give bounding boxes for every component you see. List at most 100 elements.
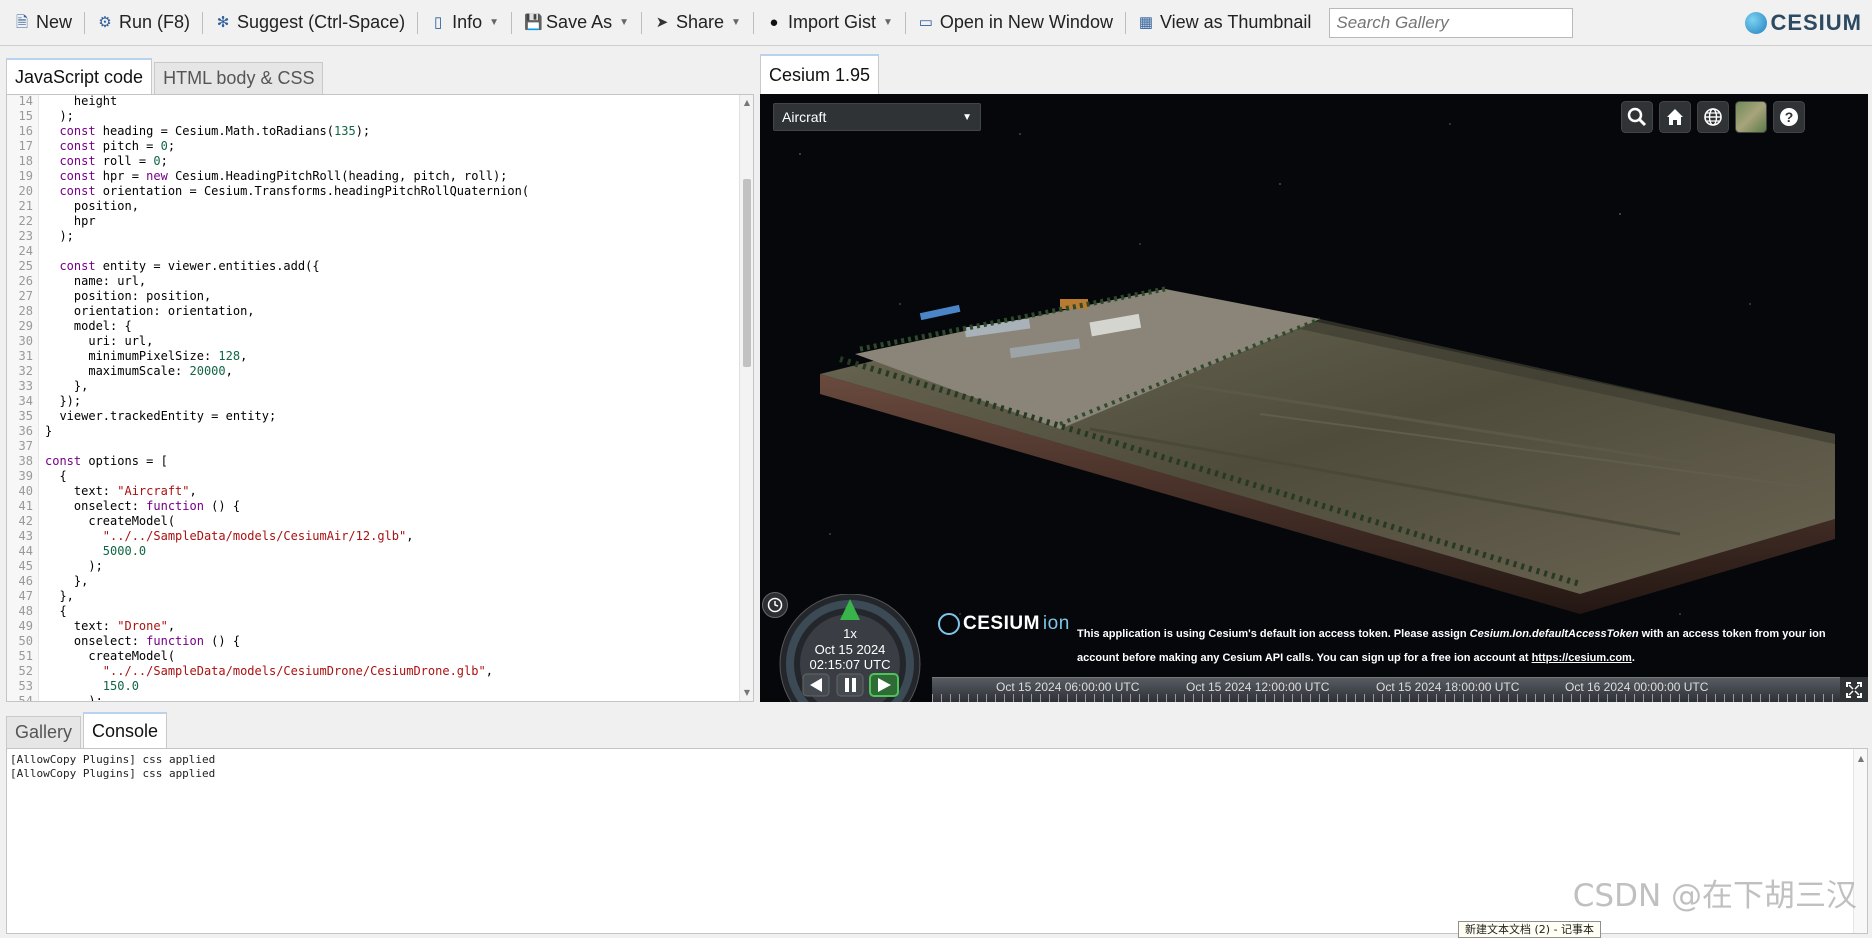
animation-widget[interactable]: 1x Oct 15 2024 02:15:07 UTC: [766, 594, 926, 702]
code-line[interactable]: 52 "../../SampleData/models/CesiumDrone/…: [7, 664, 747, 679]
code-line[interactable]: 45 );: [7, 559, 747, 574]
scroll-up-icon[interactable]: ▲: [740, 97, 753, 109]
share-button[interactable]: ➤ Share ▼: [646, 7, 749, 39]
code-line[interactable]: 15 );: [7, 109, 747, 124]
code-line[interactable]: 34 });: [7, 394, 747, 409]
clock-button[interactable]: [762, 592, 788, 618]
tab-javascript-code[interactable]: JavaScript code: [6, 58, 153, 94]
code-line[interactable]: 42 createModel(: [7, 514, 747, 529]
code-area[interactable]: 14 height 15 ); 16 const heading = Cesium.…: [7, 94, 747, 702]
code-text: hpr: [45, 214, 96, 228]
tab-cesium-viewer[interactable]: Cesium 1.95: [760, 54, 880, 94]
line-number: 47: [18, 589, 33, 603]
svg-text:?: ?: [1785, 109, 1794, 125]
cesium-ion-logo[interactable]: CESIUM ion: [938, 613, 1070, 635]
code-text: const pitch = 0;: [59, 139, 176, 153]
code-line[interactable]: 27 position: position,: [7, 289, 747, 304]
globe-icon: [1704, 108, 1722, 126]
code-text: height: [45, 94, 118, 108]
tab-console[interactable]: Console: [83, 712, 168, 748]
code-line[interactable]: 40 text: "Aircraft",: [7, 484, 747, 499]
code-line[interactable]: 36}: [7, 424, 747, 439]
code-line[interactable]: 46 },: [7, 574, 747, 589]
editor-scroll-thumb[interactable]: [743, 179, 751, 367]
home-button[interactable]: [1659, 101, 1691, 133]
save-as-button[interactable]: 💾 Save As ▼: [516, 7, 637, 39]
code-editor[interactable]: 14 height 15 ); 16 const heading = Cesium.…: [6, 94, 754, 702]
code-line[interactable]: 21 position,: [7, 199, 747, 214]
geocoder-button[interactable]: [1621, 101, 1653, 133]
cesium-viewer[interactable]: Aircraft ▼ ? 1x Oct 15 2024 02:15:07 UTC: [760, 94, 1868, 702]
line-number: 16: [18, 124, 33, 138]
tab-gallery[interactable]: Gallery: [6, 716, 82, 748]
code-line[interactable]: 29 model: {: [7, 319, 747, 334]
code-line[interactable]: 14 height: [7, 94, 747, 109]
line-number: 27: [18, 289, 33, 303]
code-text: onselect: function () {: [45, 499, 241, 513]
code-line[interactable]: 44 5000.0: [7, 544, 747, 559]
code-text: createModel(: [45, 649, 176, 663]
line-number: 43: [18, 529, 33, 543]
run-button[interactable]: ⚙ Run (F8): [89, 7, 198, 39]
code-line[interactable]: 51 createModel(: [7, 649, 747, 664]
code-text: "../../SampleData/models/CesiumAir/12.gl…: [102, 529, 414, 543]
code-line[interactable]: 53 150.0: [7, 679, 747, 694]
code-line[interactable]: 30 uri: url,: [7, 334, 747, 349]
code-text: viewer.trackedEntity = entity;: [45, 409, 277, 423]
import-gist-button[interactable]: ● Import Gist ▼: [758, 7, 901, 39]
code-line[interactable]: 32 maximumScale: 20000,: [7, 364, 747, 379]
code-line[interactable]: 17 const pitch = 0;: [7, 139, 747, 154]
code-line[interactable]: 43 "../../SampleData/models/CesiumAir/12…: [7, 529, 747, 544]
play-reverse-button[interactable]: [802, 673, 830, 697]
line-number: 54: [18, 694, 33, 702]
code-line[interactable]: 38 const options = [: [7, 454, 747, 469]
pause-button[interactable]: [836, 673, 864, 697]
code-line[interactable]: 24: [7, 244, 747, 259]
code-line[interactable]: 16 const heading = Cesium.Math.toRadians…: [7, 124, 747, 139]
code-line[interactable]: 48 {: [7, 604, 747, 619]
code-line[interactable]: 50 onselect: function () {: [7, 634, 747, 649]
code-line[interactable]: 23 );: [7, 229, 747, 244]
fullscreen-button[interactable]: [1840, 677, 1868, 702]
code-line[interactable]: 47 },: [7, 589, 747, 604]
view-thumbnail-button[interactable]: ▦ View as Thumbnail: [1130, 7, 1319, 39]
play-button[interactable]: [869, 673, 899, 697]
github-icon: ●: [769, 13, 779, 31]
base-layer-picker-button[interactable]: [1735, 101, 1767, 133]
suggest-icon: ✻: [216, 13, 230, 31]
code-line[interactable]: 22 hpr: [7, 214, 747, 229]
scene-mode-button[interactable]: [1697, 101, 1729, 133]
timeline[interactable]: Oct 15 2024 06:00:00 UTC Oct 15 2024 12:…: [932, 677, 1842, 702]
info-button[interactable]: ▯ Info ▼: [422, 7, 507, 39]
code-line[interactable]: 20 const orientation = Cesium.Transforms…: [7, 184, 747, 199]
line-number: 36: [18, 424, 33, 438]
suggest-button[interactable]: ✻ Suggest (Ctrl-Space): [207, 7, 413, 39]
code-line[interactable]: 49 text: "Drone",: [7, 619, 747, 634]
code-line[interactable]: 41 onselect: function () {: [7, 499, 747, 514]
console-panel[interactable]: [AllowCopy Plugins] css applied [AllowCo…: [6, 748, 1868, 934]
code-line[interactable]: 31 minimumPixelSize: 128,: [7, 349, 747, 364]
help-button[interactable]: ?: [1773, 101, 1805, 133]
scroll-down-icon[interactable]: ▼: [740, 687, 753, 699]
scroll-up-icon[interactable]: ▲: [1854, 753, 1868, 765]
code-line[interactable]: 25 const entity = viewer.entities.add({: [7, 259, 747, 274]
cesium-link[interactable]: https://cesium.com: [1532, 652, 1632, 664]
code-line[interactable]: 35 viewer.trackedEntity = entity;: [7, 409, 747, 424]
code-text: name: url,: [45, 274, 147, 288]
code-line[interactable]: 37: [7, 439, 747, 454]
tab-html-body-css[interactable]: HTML body & CSS: [154, 62, 324, 94]
search-gallery-input[interactable]: [1329, 7, 1574, 38]
code-line[interactable]: 18 const roll = 0;: [7, 154, 747, 169]
new-button[interactable]: 🗎 New: [6, 7, 80, 39]
editor-scrollbar[interactable]: ▲ ▼: [739, 95, 753, 701]
code-line[interactable]: 19 const hpr = new Cesium.HeadingPitchRo…: [7, 169, 747, 184]
code-line[interactable]: 33 },: [7, 379, 747, 394]
code-line[interactable]: 39 {: [7, 469, 747, 484]
code-line[interactable]: 28 orientation: orientation,: [7, 304, 747, 319]
model-select[interactable]: Aircraft ▼: [773, 103, 981, 131]
cesium-logo[interactable]: CESIUM: [1745, 10, 1862, 36]
open-new-window-button[interactable]: ▭ Open in New Window: [910, 7, 1121, 39]
code-line[interactable]: 54 );: [7, 694, 747, 702]
code-line[interactable]: 26 name: url,: [7, 274, 747, 289]
